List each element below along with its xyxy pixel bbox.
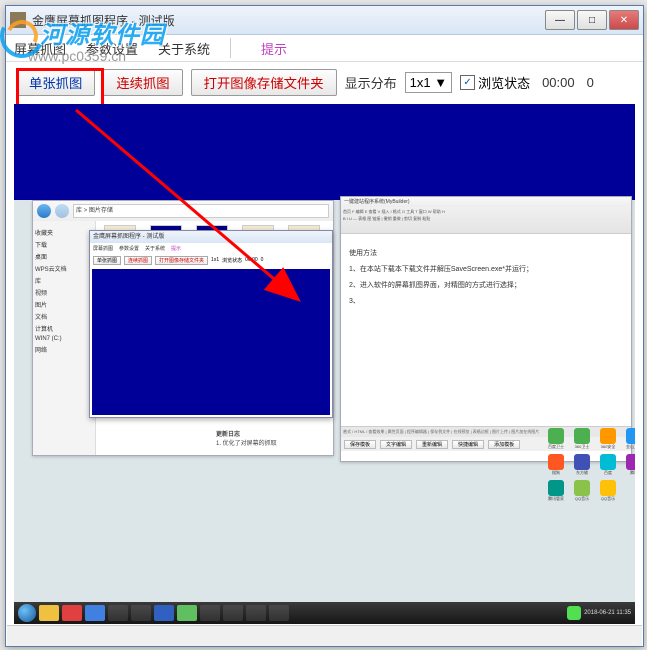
toolbar: 单张抓图 连续抓图 打开图像存储文件夹 显示分布 1x1 ▼ ✓ 浏览状态 00…: [6, 62, 643, 102]
maximize-button[interactable]: □: [577, 10, 607, 30]
sidebar-item: 库: [35, 276, 93, 285]
taskbar-item: [269, 605, 289, 621]
desktop-icon: QQ音乐: [598, 480, 618, 502]
browse-state-checkbox[interactable]: ✓ 浏览状态: [460, 73, 530, 92]
explorer-path: 库 > 图片存储: [73, 204, 329, 218]
desktop-icon: 搜狗: [546, 454, 566, 476]
sidebar-item: 桌面: [35, 252, 93, 261]
explorer-log: 更新日志 1. 优化了对屏幕的抓取: [216, 429, 329, 447]
desktop-icon: 腾讯管家: [546, 480, 566, 502]
nested-open-btn: 打开图像存储文件夹: [155, 256, 208, 265]
menu-screen-capture[interactable]: 屏幕抓图: [14, 39, 66, 58]
tray-icon: [567, 606, 581, 620]
editor-title: 一键建站程序系统(MyBuilder): [341, 197, 631, 207]
statusbar: [7, 625, 642, 646]
menubar: 屏幕抓图 参数设置 关于系统 提示: [6, 35, 643, 62]
nested-content: [92, 269, 330, 415]
taskbar-item: [85, 605, 105, 621]
desktop-icon: QQ音乐: [572, 480, 592, 502]
chevron-down-icon: ▼: [434, 75, 447, 90]
sidebar-item: 收藏夹: [35, 228, 93, 237]
capture-area: 库 > 图片存储 收藏夹 下载 桌面 WPS云文档 库 视频 图片 文档 计算机…: [14, 104, 635, 624]
desktop-icon: 金山卫士: [624, 428, 635, 450]
open-folder-button[interactable]: 打开图像存储文件夹: [191, 69, 337, 96]
layout-select[interactable]: 1x1 ▼: [405, 72, 452, 93]
editor-window: 一键建站程序系统(MyBuilder) 首页 F 编辑 E 查看 V 插入 I …: [340, 196, 632, 462]
toolbar-time: 00:00: [542, 75, 575, 90]
titlebar: 金鹰屏幕抓图程序 - 测试版 — □ ✕: [6, 6, 643, 35]
start-button-icon: [18, 604, 36, 622]
desktop-icon: 腾讯: [624, 454, 635, 476]
nested-app-window: 金鹰屏幕抓图程序 - 测试版 屏幕抓图 参数设置 关于系统 提示 单张抓图 连续…: [89, 230, 333, 418]
desktop-icon: 百度卫士: [546, 428, 566, 450]
taskbar-item: [39, 605, 59, 621]
menu-settings[interactable]: 参数设置: [86, 39, 138, 58]
desktop-icon: 东方输: [572, 454, 592, 476]
sidebar-item: 图片: [35, 300, 93, 309]
sidebar-item: 视频: [35, 288, 93, 297]
taskbar-item: [177, 605, 197, 621]
desktop-icon: 360安全: [598, 428, 618, 450]
taskbar-item: [200, 605, 220, 621]
desktop-screenshot: 库 > 图片存储 收藏夹 下载 桌面 WPS云文档 库 视频 图片 文档 计算机…: [14, 200, 635, 624]
menu-divider: [230, 38, 231, 58]
explorer-header: 库 > 图片存储: [33, 201, 333, 221]
nested-single-btn: 单张抓图: [93, 256, 121, 265]
sidebar-item: 下载: [35, 240, 93, 249]
desktop-icons: 百度卫士 360卫士 360安全 金山卫士 搜狗 东方输 百度 腾讯 腾讯管家 …: [546, 428, 635, 502]
layout-label: 显示分布: [345, 73, 397, 92]
taskbar-item: [154, 605, 174, 621]
main-window: 金鹰屏幕抓图程序 - 测试版 — □ ✕ 屏幕抓图 参数设置 关于系统 提示 单…: [5, 5, 644, 647]
taskbar: 2018-06-21 11:35: [14, 602, 635, 624]
taskbar-item: [131, 605, 151, 621]
single-capture-button[interactable]: 单张抓图: [16, 69, 95, 96]
browse-state-label: 浏览状态: [478, 73, 530, 92]
sidebar-item: 网络: [35, 345, 93, 354]
toolbar-counter: 0: [587, 75, 594, 90]
taskbar-item: [108, 605, 128, 621]
nested-menubar: 屏幕抓图 参数设置 关于系统 提示: [90, 243, 332, 253]
sidebar-item: 计算机: [35, 324, 93, 333]
desktop-icon: 360卫士: [572, 428, 592, 450]
sidebar-item: 文档: [35, 312, 93, 321]
app-icon: [10, 12, 26, 28]
nested-toolbar: 单张抓图 连续抓图 打开图像存储文件夹 1x1 浏览状态 00:00 0: [90, 253, 332, 267]
nested-cont-btn: 连续抓图: [124, 256, 152, 265]
nested-titlebar: 金鹰屏幕抓图程序 - 测试版: [90, 231, 332, 243]
nav-fwd-icon: [55, 204, 69, 218]
editor-body: 使用方法 1、在本站下载本下载文件并解压SaveScreen.exe*并运行； …: [341, 234, 631, 426]
desktop-icon: 百度: [598, 454, 618, 476]
close-button[interactable]: ✕: [609, 10, 639, 30]
menu-about[interactable]: 关于系统: [158, 39, 210, 58]
layout-value: 1x1: [410, 75, 431, 90]
checkbox-icon: ✓: [460, 75, 475, 90]
taskbar-item: [246, 605, 266, 621]
taskbar-item: [223, 605, 243, 621]
minimize-button[interactable]: —: [545, 10, 575, 30]
taskbar-clock: 2018-06-21 11:35: [584, 610, 631, 616]
taskbar-tray: 2018-06-21 11:35: [567, 606, 631, 620]
continuous-capture-button[interactable]: 连续抓图: [103, 69, 182, 96]
explorer-sidebar: 收藏夹 下载 桌面 WPS云文档 库 视频 图片 文档 计算机 WIN7 (C:…: [33, 221, 96, 455]
menu-hint[interactable]: 提示: [261, 39, 287, 58]
editor-toolbar: 首页 F 编辑 E 查看 V 插入 I 格式 O 工具 T 窗口 W 帮助 H …: [341, 207, 631, 234]
window-title: 金鹰屏幕抓图程序 - 测试版: [32, 12, 543, 29]
nav-back-icon: [37, 204, 51, 218]
sidebar-item: WPS云文档: [35, 264, 93, 273]
taskbar-item: [62, 605, 82, 621]
sidebar-item: WIN7 (C:): [35, 336, 93, 342]
